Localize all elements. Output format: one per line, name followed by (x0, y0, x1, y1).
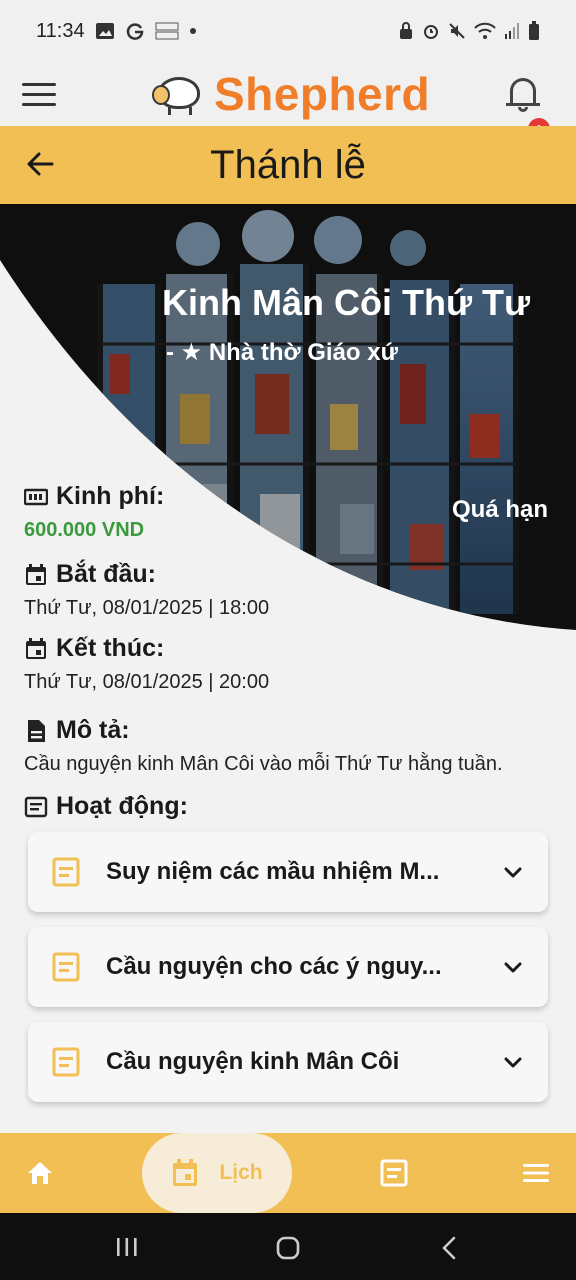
nav-menu[interactable] (508, 1133, 564, 1213)
signal-icon (505, 23, 519, 39)
brand-name: Shepherd (214, 68, 431, 120)
back-arrow-icon[interactable] (26, 150, 54, 178)
back-button-icon[interactable] (441, 1236, 457, 1260)
system-nav-bar (0, 1213, 576, 1280)
title-bar: Thánh lễ (0, 126, 576, 204)
calendar-icon (26, 563, 46, 585)
lock-icon (400, 22, 412, 39)
bottom-nav: Lịch (0, 1133, 576, 1213)
wifi-icon (474, 22, 496, 39)
notification-bell-icon[interactable] (506, 74, 540, 112)
status-time: 11:34 (36, 19, 85, 42)
calendar-icon (173, 1159, 198, 1186)
battery-icon (529, 21, 539, 40)
event-location: - ★ Nhà thờ Giáo xứ (166, 339, 398, 366)
note-icon (52, 952, 80, 982)
cost-label: Kinh phí: (56, 482, 165, 510)
nav-documents[interactable] (366, 1133, 422, 1213)
g-icon (126, 23, 143, 40)
description-value: Cầu nguyện kinh Mân Côi vào mỗi Thứ Tư h… (24, 753, 503, 775)
activity-title: Cầu nguyện kinh Mân Côi (106, 1048, 400, 1075)
activities-section: Hoạt động: (24, 792, 188, 821)
event-status: Quá hạn (452, 496, 549, 523)
app-header: Shepherd 1 (0, 62, 576, 140)
status-bar: 11:34 (0, 0, 576, 62)
activity-title: Cầu nguyện cho các ý nguy... (106, 953, 442, 980)
activity-card[interactable]: Cầu nguyện cho các ý nguy... (28, 927, 548, 1007)
menu-icon[interactable] (22, 82, 56, 106)
sheep-icon (152, 71, 204, 117)
end-value: Thứ Tư, 08/01/2025 | 20:00 (24, 671, 270, 693)
note-icon (52, 1047, 80, 1077)
cost-section: Kinh phí: 600.000 VND (24, 482, 164, 542)
home-icon (28, 1162, 52, 1184)
recent-apps-icon[interactable] (116, 1237, 138, 1257)
menu-icon (523, 1164, 549, 1182)
nav-calendar-label: Lịch (219, 1161, 263, 1184)
start-section: Bắt đầu: Thứ Tư, 08/01/2025 | 18:00 (24, 560, 269, 620)
document-icon (28, 719, 45, 742)
description-section: Mô tả: Cầu nguyện kinh Mân Côi vào mỗi T… (24, 716, 503, 776)
document-icon (380, 1159, 408, 1187)
start-value: Thứ Tư, 08/01/2025 | 18:00 (24, 597, 270, 619)
cost-value: 600.000 VND (24, 519, 145, 541)
event-title: Kinh Mân Côi Thứ Tư (162, 282, 531, 323)
list-icon (24, 796, 48, 817)
brand-logo: Shepherd (152, 62, 430, 126)
nav-calendar[interactable]: Lịch (142, 1133, 292, 1213)
mute-icon (449, 23, 465, 39)
alarm-icon (424, 25, 438, 39)
activities-label: Hoạt động: (56, 792, 188, 820)
chevron-down-icon[interactable] (502, 956, 524, 978)
nav-home[interactable] (12, 1133, 68, 1213)
page-title: Thánh lễ (210, 142, 366, 187)
image-icon (95, 23, 114, 39)
chevron-down-icon[interactable] (502, 861, 524, 883)
start-label: Bắt đầu: (56, 560, 156, 588)
home-button-icon[interactable] (276, 1236, 300, 1260)
zalopay-icon (155, 22, 179, 40)
activity-title: Suy niệm các mầu nhiệm M... (106, 858, 440, 885)
end-label: Kết thúc: (56, 634, 165, 662)
activity-card[interactable]: Cầu nguyện kinh Mân Côi (28, 1022, 548, 1102)
chevron-down-icon[interactable] (502, 1051, 524, 1073)
calendar-icon (26, 637, 46, 659)
dot-icon (189, 28, 196, 34)
activity-card[interactable]: Suy niệm các mầu nhiệm M... (28, 832, 548, 912)
description-label: Mô tả: (56, 716, 130, 744)
note-icon (52, 857, 80, 887)
end-section: Kết thúc: Thứ Tư, 08/01/2025 | 20:00 (24, 634, 269, 694)
money-icon (24, 488, 48, 505)
